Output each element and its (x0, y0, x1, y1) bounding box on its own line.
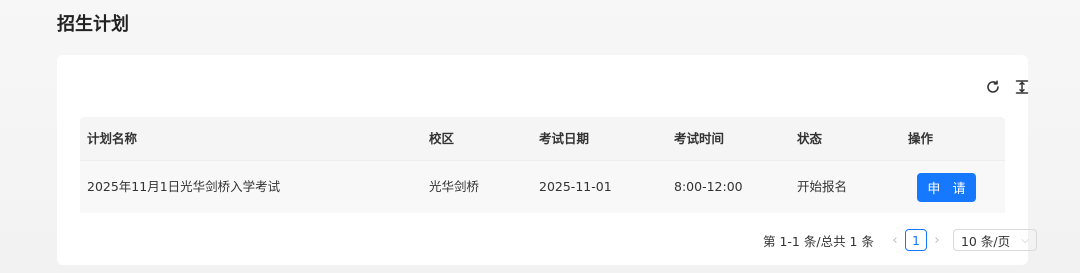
chevron-down-icon: ⌵ (1021, 234, 1029, 246)
cell-action: 申 请 (901, 172, 1005, 202)
cell-status: 开始报名 (797, 179, 848, 194)
plan-table: 计划名称 校区 考试日期 考试时间 状态 操作 2025年11月1日光华剑桥入学… (80, 117, 1005, 213)
column-header-name: 计划名称 (87, 130, 138, 146)
page-title: 招生计划 (57, 14, 129, 35)
pagination: 第 1-1 条/总共 1 条 ‹ 1 › 10 条/页 ⌵ (763, 228, 1037, 252)
pagination-total: 第 1-1 条/总共 1 条 (763, 233, 874, 249)
refresh-icon[interactable] (983, 77, 1003, 97)
page-number-current[interactable]: 1 (904, 229, 927, 251)
column-header-status: 状态 (797, 130, 823, 146)
next-page-icon[interactable]: › (930, 230, 944, 250)
cell-plan-name: 2025年11月1日光华剑桥入学考试 (87, 179, 281, 194)
prev-page-icon[interactable]: ‹ (888, 230, 902, 250)
apply-button[interactable]: 申 请 (917, 172, 976, 202)
column-header-exam-time: 考试时间 (674, 130, 725, 146)
cell-exam-time: 8:00-12:00 (674, 179, 743, 194)
cell-campus: 光华剑桥 (429, 179, 480, 194)
plan-table-card: 计划名称 校区 考试日期 考试时间 状态 操作 2025年11月1日光华剑桥入学… (57, 55, 1037, 265)
column-header-campus: 校区 (429, 130, 455, 146)
cell-exam-date: 2025-11-01 (539, 179, 612, 194)
column-header-action: 操作 (908, 130, 934, 146)
table-header: 计划名称 校区 考试日期 考试时间 状态 操作 (80, 117, 1005, 160)
table-row: 2025年11月1日光华剑桥入学考试 光华剑桥 2025-11-01 8:00-… (80, 160, 1005, 213)
page-size-select[interactable]: 10 条/页 ⌵ (952, 229, 1037, 251)
column-height-icon[interactable] (1012, 77, 1032, 97)
column-header-exam-date: 考试日期 (539, 130, 590, 146)
page-size-value: 10 条/页 (960, 233, 1011, 249)
